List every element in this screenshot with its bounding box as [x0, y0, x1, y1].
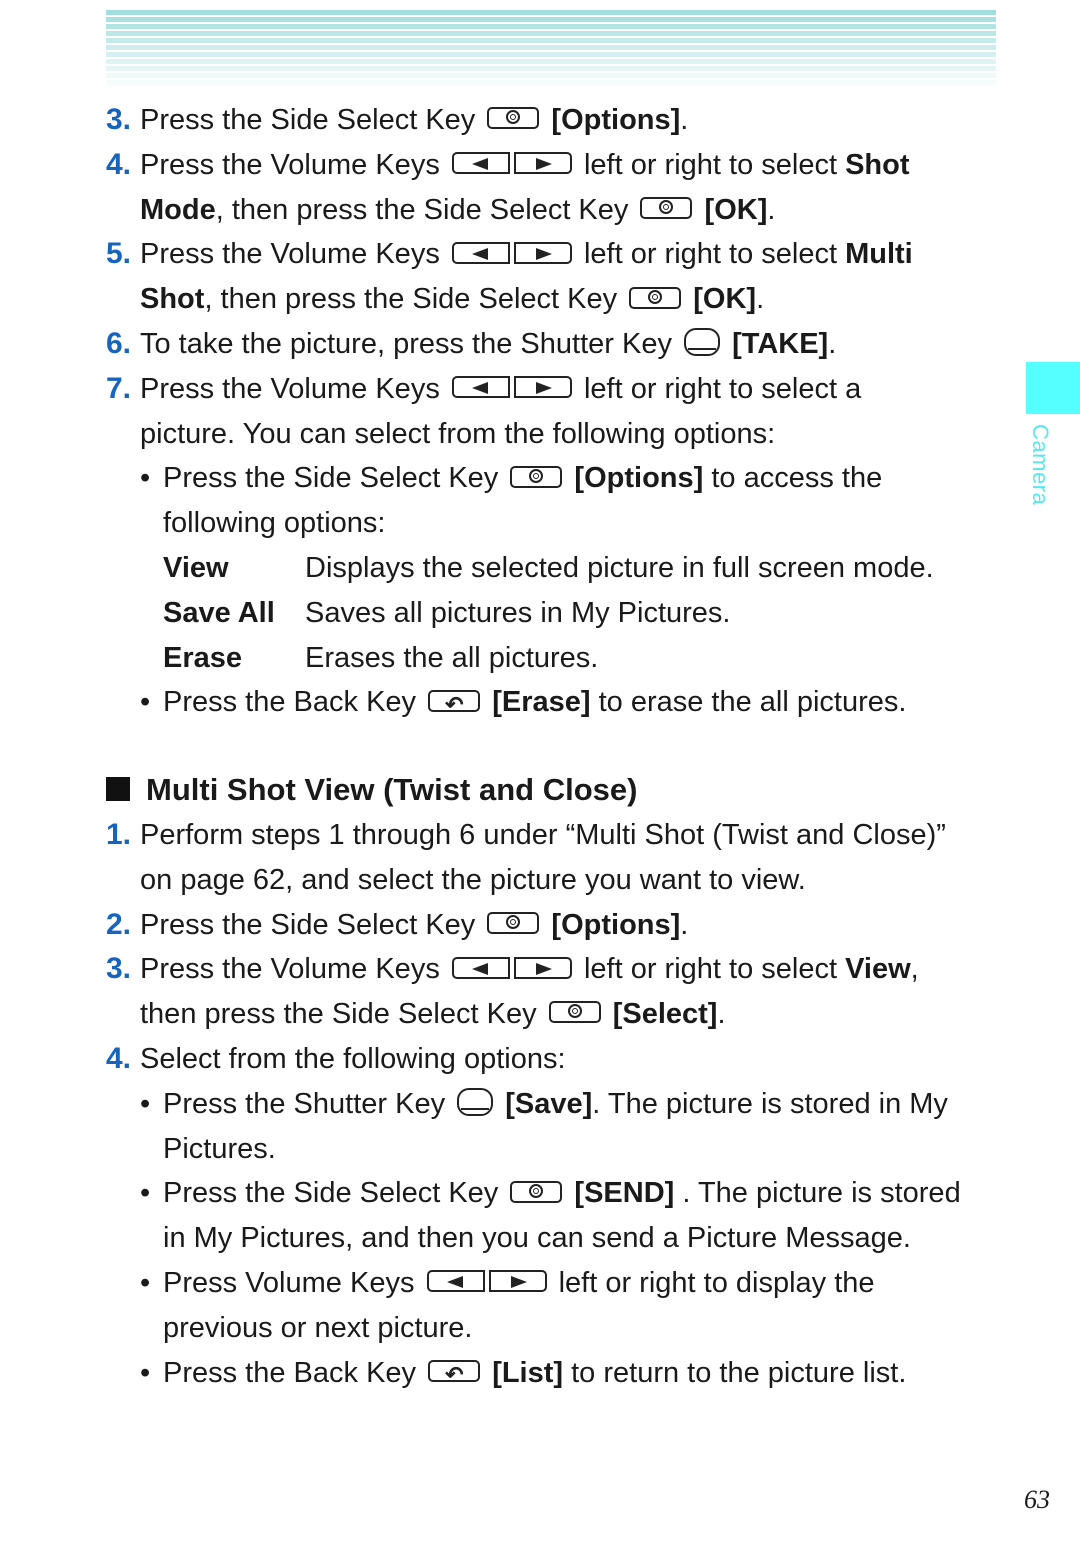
option-row: Erase Erases the all pictures.: [163, 641, 599, 674]
bullet-item: • Press the Back Key [Erase] to erase th…: [106, 680, 1006, 728]
header-stripe: [106, 10, 996, 15]
header-stripe: [106, 17, 996, 22]
side-select-key-icon: [640, 196, 693, 219]
side-select-key-icon: [510, 1180, 563, 1203]
volume-right-key-icon: [513, 152, 572, 175]
volume-left-key-icon: [451, 376, 510, 399]
header-stripe: [106, 73, 996, 78]
step-3b: 3. Press the Volume Keys left or right t…: [106, 952, 919, 986]
header-stripe: [106, 38, 996, 43]
step-number: 3.: [106, 103, 132, 136]
step-2: 2. Press the Side Select Key [Options].: [106, 907, 689, 941]
bullet-item: • Press Volume Keys left or right to dis…: [140, 1266, 875, 1299]
back-key-icon: [428, 683, 481, 728]
section-tab-label: Camera: [1028, 424, 1053, 506]
section-tab: [1026, 362, 1080, 414]
bullet-icon: •: [140, 462, 151, 495]
volume-right-key-icon: [513, 956, 572, 979]
header-stripe: [106, 45, 996, 50]
shutter-key-icon: [684, 328, 721, 357]
bullet-icon: •: [140, 686, 151, 719]
bullet-item: • Press the Side Select Key [Options] to…: [106, 456, 1006, 501]
header-stripe: [106, 59, 996, 64]
side-select-key-icon: [548, 1001, 601, 1024]
volume-left-key-icon: [451, 241, 510, 264]
header-stripe: [106, 24, 996, 29]
volume-left-key-icon: [426, 1270, 485, 1293]
option-row: View Displays the selected picture in fu…: [163, 551, 934, 584]
side-select-key-icon: [487, 107, 540, 130]
step-4: 4. Press the Volume Keys left or right t…: [106, 147, 910, 181]
side-select-key-icon: [629, 286, 682, 309]
volume-right-key-icon: [513, 376, 572, 399]
step-6: 6. To take the picture, press the Shutte…: [106, 326, 837, 360]
step-1: 1. Perform steps 1 through 6 under “Mult…: [106, 817, 946, 851]
page-number: 63: [1024, 1485, 1050, 1514]
volume-right-key-icon: [488, 1270, 547, 1293]
bullet-item: • Press the Side Select Key [SEND] . The…: [140, 1177, 961, 1210]
header-stripe: [106, 80, 996, 85]
step-3: 3. Press the Side Select Key [Options].: [106, 98, 1006, 143]
header-stripe: [106, 52, 996, 57]
shutter-key-icon: [457, 1088, 494, 1117]
volume-right-key-icon: [513, 241, 572, 264]
step-7: 7. Press the Volume Keys left or right t…: [106, 371, 862, 405]
header-stripe: [106, 31, 996, 36]
bullet-item: • Press the Back Key [List] to return to…: [106, 1351, 1006, 1398]
volume-left-key-icon: [451, 956, 510, 979]
page-content: 3. Press the Side Select Key [Options]. …: [106, 98, 1006, 1398]
header-stripes: [106, 10, 996, 85]
bullet-item: • Press the Shutter Key [Save]. The pict…: [140, 1087, 948, 1120]
back-key-icon: [428, 1353, 481, 1398]
side-select-key-icon: [510, 465, 563, 488]
side-select-key-icon: [487, 911, 540, 934]
header-stripe: [106, 66, 996, 71]
square-bullet-icon: [106, 777, 130, 802]
step-4b: 4. Select from the following options:: [106, 1041, 566, 1075]
option-row: Save All Saves all pictures in My Pictur…: [163, 596, 731, 629]
step-5: 5. Press the Volume Keys left or right t…: [106, 237, 913, 271]
volume-left-key-icon: [451, 152, 510, 175]
section-heading: Multi Shot View (Twist and Close): [106, 768, 1006, 813]
